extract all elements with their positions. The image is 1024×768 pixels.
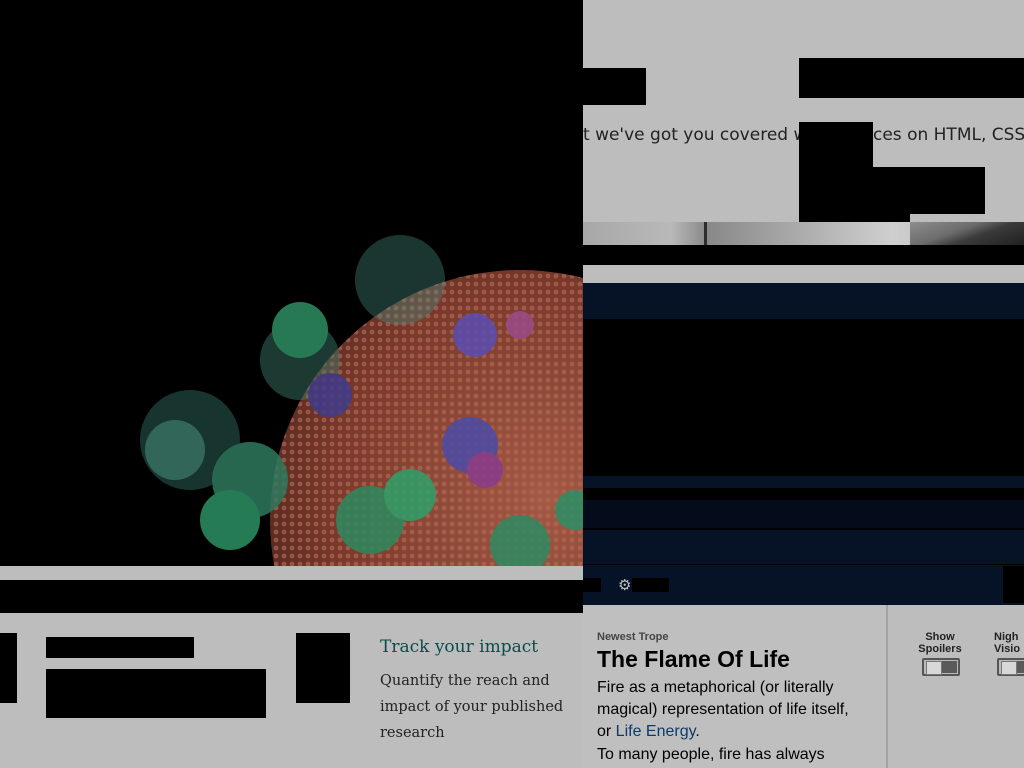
redaction-block <box>799 167 985 214</box>
track-impact-link[interactable]: Track your impact <box>380 637 538 657</box>
redaction-block <box>583 245 1024 265</box>
night-vision-label: Nigh Visio <box>994 631 1021 655</box>
redaction-block <box>799 58 1024 98</box>
gear-icon[interactable]: ⚙ <box>618 576 631 594</box>
banner-stripe <box>583 500 1024 528</box>
trope-description-end: . <box>695 723 700 740</box>
track-impact-description: Quantify the reach and impact of your pu… <box>380 673 564 741</box>
trope-more-text: To many people, fire has always <box>597 746 825 763</box>
banner-stripe <box>583 476 1024 488</box>
banner-stripe <box>583 283 1024 319</box>
trope-description: Fire as a metaphorical (or literally mag… <box>597 677 867 743</box>
night-vision-toggle[interactable] <box>997 658 1024 676</box>
redaction-block <box>799 122 873 167</box>
life-energy-link[interactable]: Life Energy <box>616 723 696 740</box>
trope-label: Newest Trope <box>597 631 669 643</box>
panel-divider <box>886 605 888 768</box>
trope-title[interactable]: The Flame Of Life <box>597 646 790 673</box>
show-spoilers-label: Show Spoilers <box>918 631 962 655</box>
redaction-block <box>583 68 646 105</box>
redaction-block <box>0 633 17 703</box>
redaction-block <box>632 578 669 592</box>
header-photo-right <box>910 222 1024 245</box>
banner-stripe <box>583 530 1024 564</box>
virus-image <box>0 0 583 566</box>
redaction-block <box>583 578 601 592</box>
redaction-block <box>46 637 194 658</box>
page-subtitle: t we've got you covered wi <box>583 125 813 145</box>
image-caption-bar <box>0 580 583 613</box>
show-spoilers-toggle[interactable] <box>922 658 960 676</box>
research-icon <box>296 633 350 703</box>
redaction-block <box>1003 566 1024 603</box>
redaction-block <box>46 669 266 718</box>
page-subtitle-continued: ces on HTML, CSS, <box>873 125 1024 145</box>
photo-divider <box>704 222 707 245</box>
